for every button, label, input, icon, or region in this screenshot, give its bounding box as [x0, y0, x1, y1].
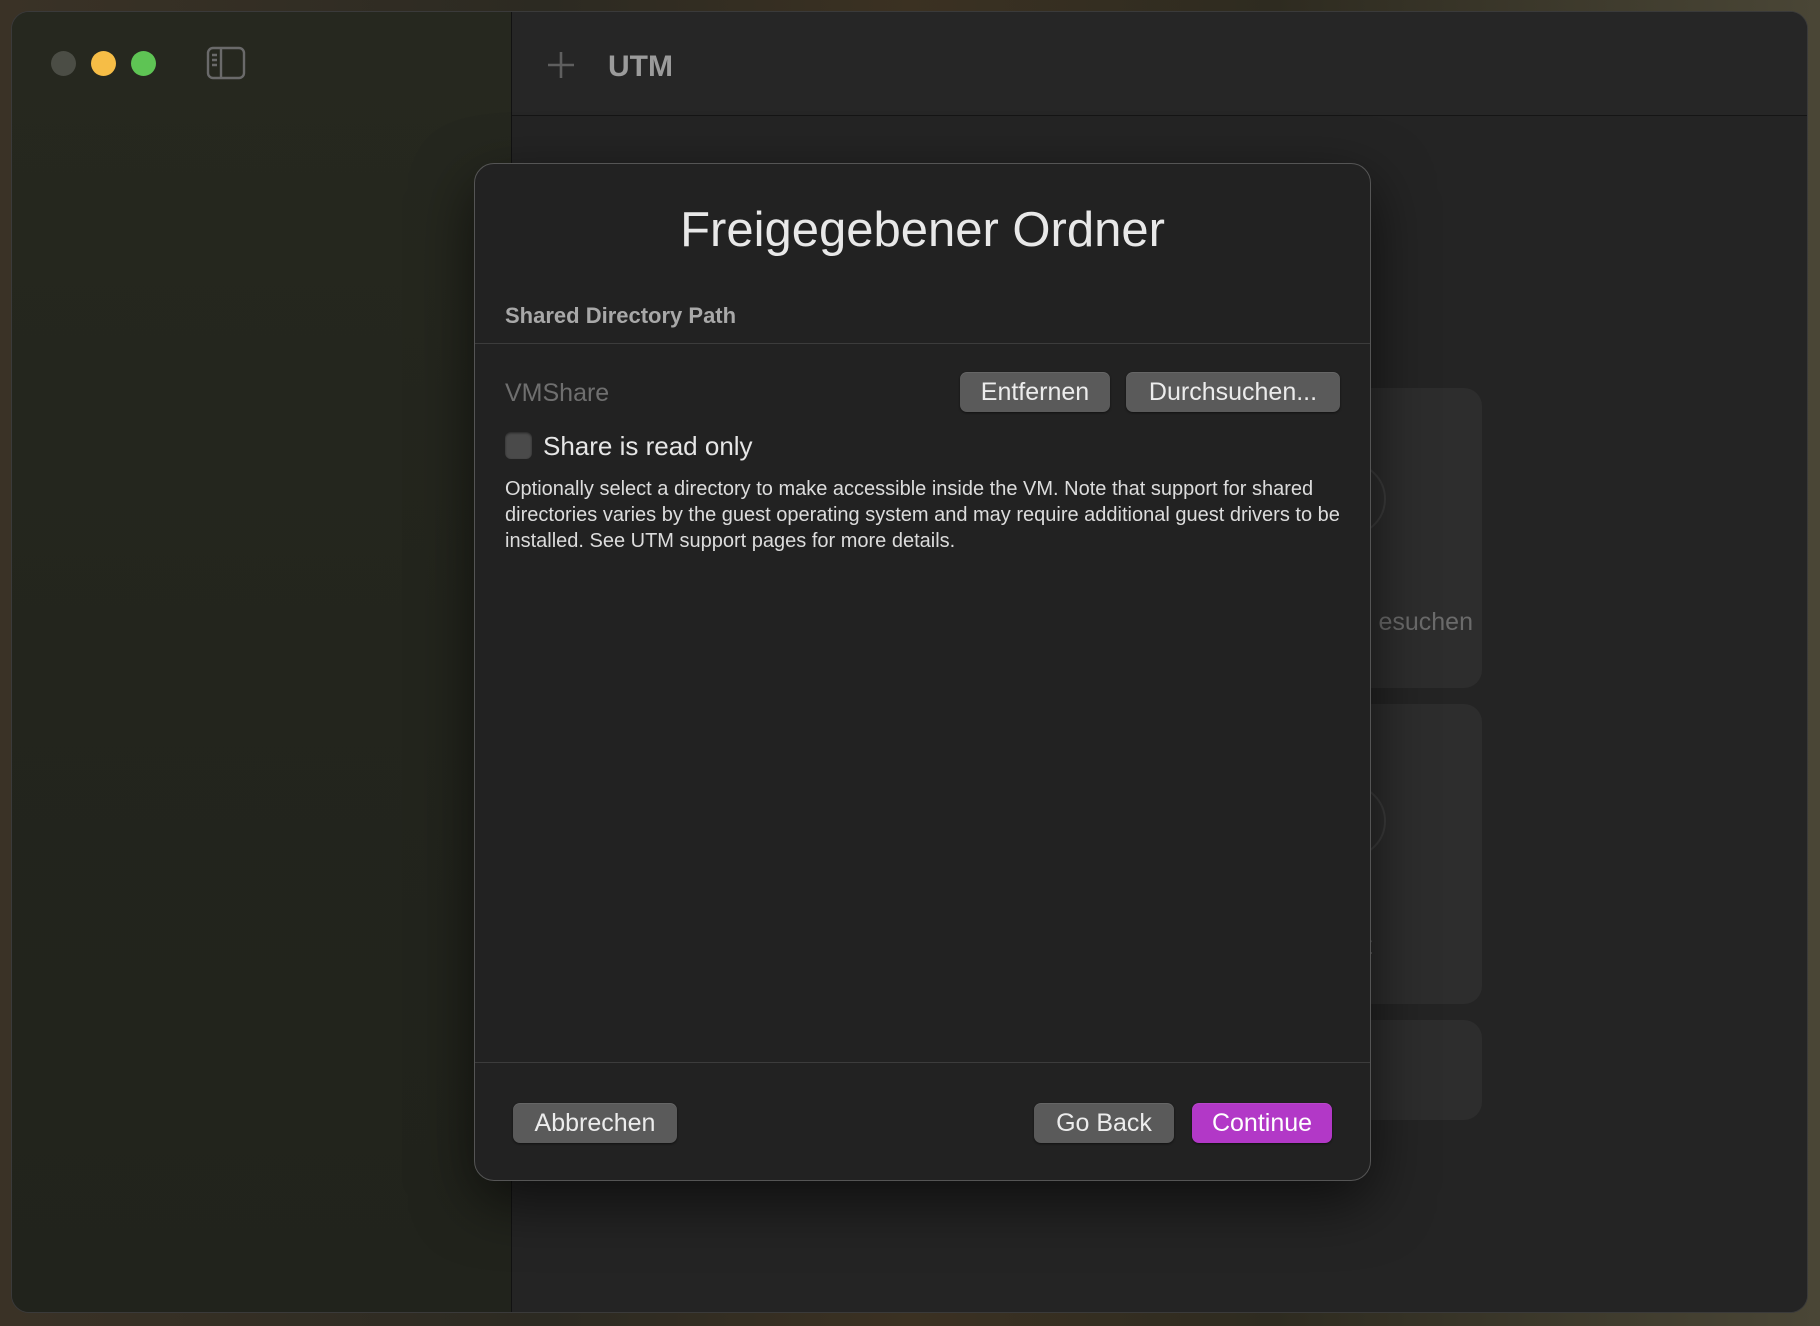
- app-title: UTM: [608, 50, 673, 83]
- divider: [475, 343, 1370, 344]
- section-header: Shared Directory Path: [505, 303, 737, 328]
- read-only-label: Share is read only: [543, 431, 753, 461]
- close-window-button[interactable]: [51, 51, 76, 76]
- plus-icon[interactable]: [546, 50, 576, 80]
- divider: [475, 1062, 1370, 1063]
- shared-folder-dialog: Freigegebener Ordner Shared Directory Pa…: [474, 163, 1371, 1181]
- browse-button[interactable]: Durchsuchen...: [1126, 372, 1340, 412]
- dialog-title: Freigegebener Ordner: [680, 203, 1165, 257]
- sidebar-toggle-icon[interactable]: [206, 46, 246, 80]
- description-text: Optionally select a directory to make ac…: [505, 478, 1340, 552]
- continue-button[interactable]: Continue: [1192, 1103, 1332, 1143]
- toolbar: UTM: [512, 12, 1807, 116]
- card-label: esuchen: [1378, 608, 1473, 636]
- sidebar: [12, 12, 512, 1312]
- go-back-button[interactable]: Go Back: [1034, 1103, 1174, 1143]
- cancel-button[interactable]: Abbrechen: [513, 1103, 677, 1143]
- app-window: UTM esuchen t Freigegebener Ordner Share…: [11, 11, 1808, 1313]
- minimize-window-button[interactable]: [91, 51, 116, 76]
- zoom-window-button[interactable]: [131, 51, 156, 76]
- read-only-checkbox[interactable]: [505, 432, 532, 459]
- remove-button[interactable]: Entfernen: [960, 372, 1110, 412]
- shared-directory-path: VMShare: [505, 379, 610, 407]
